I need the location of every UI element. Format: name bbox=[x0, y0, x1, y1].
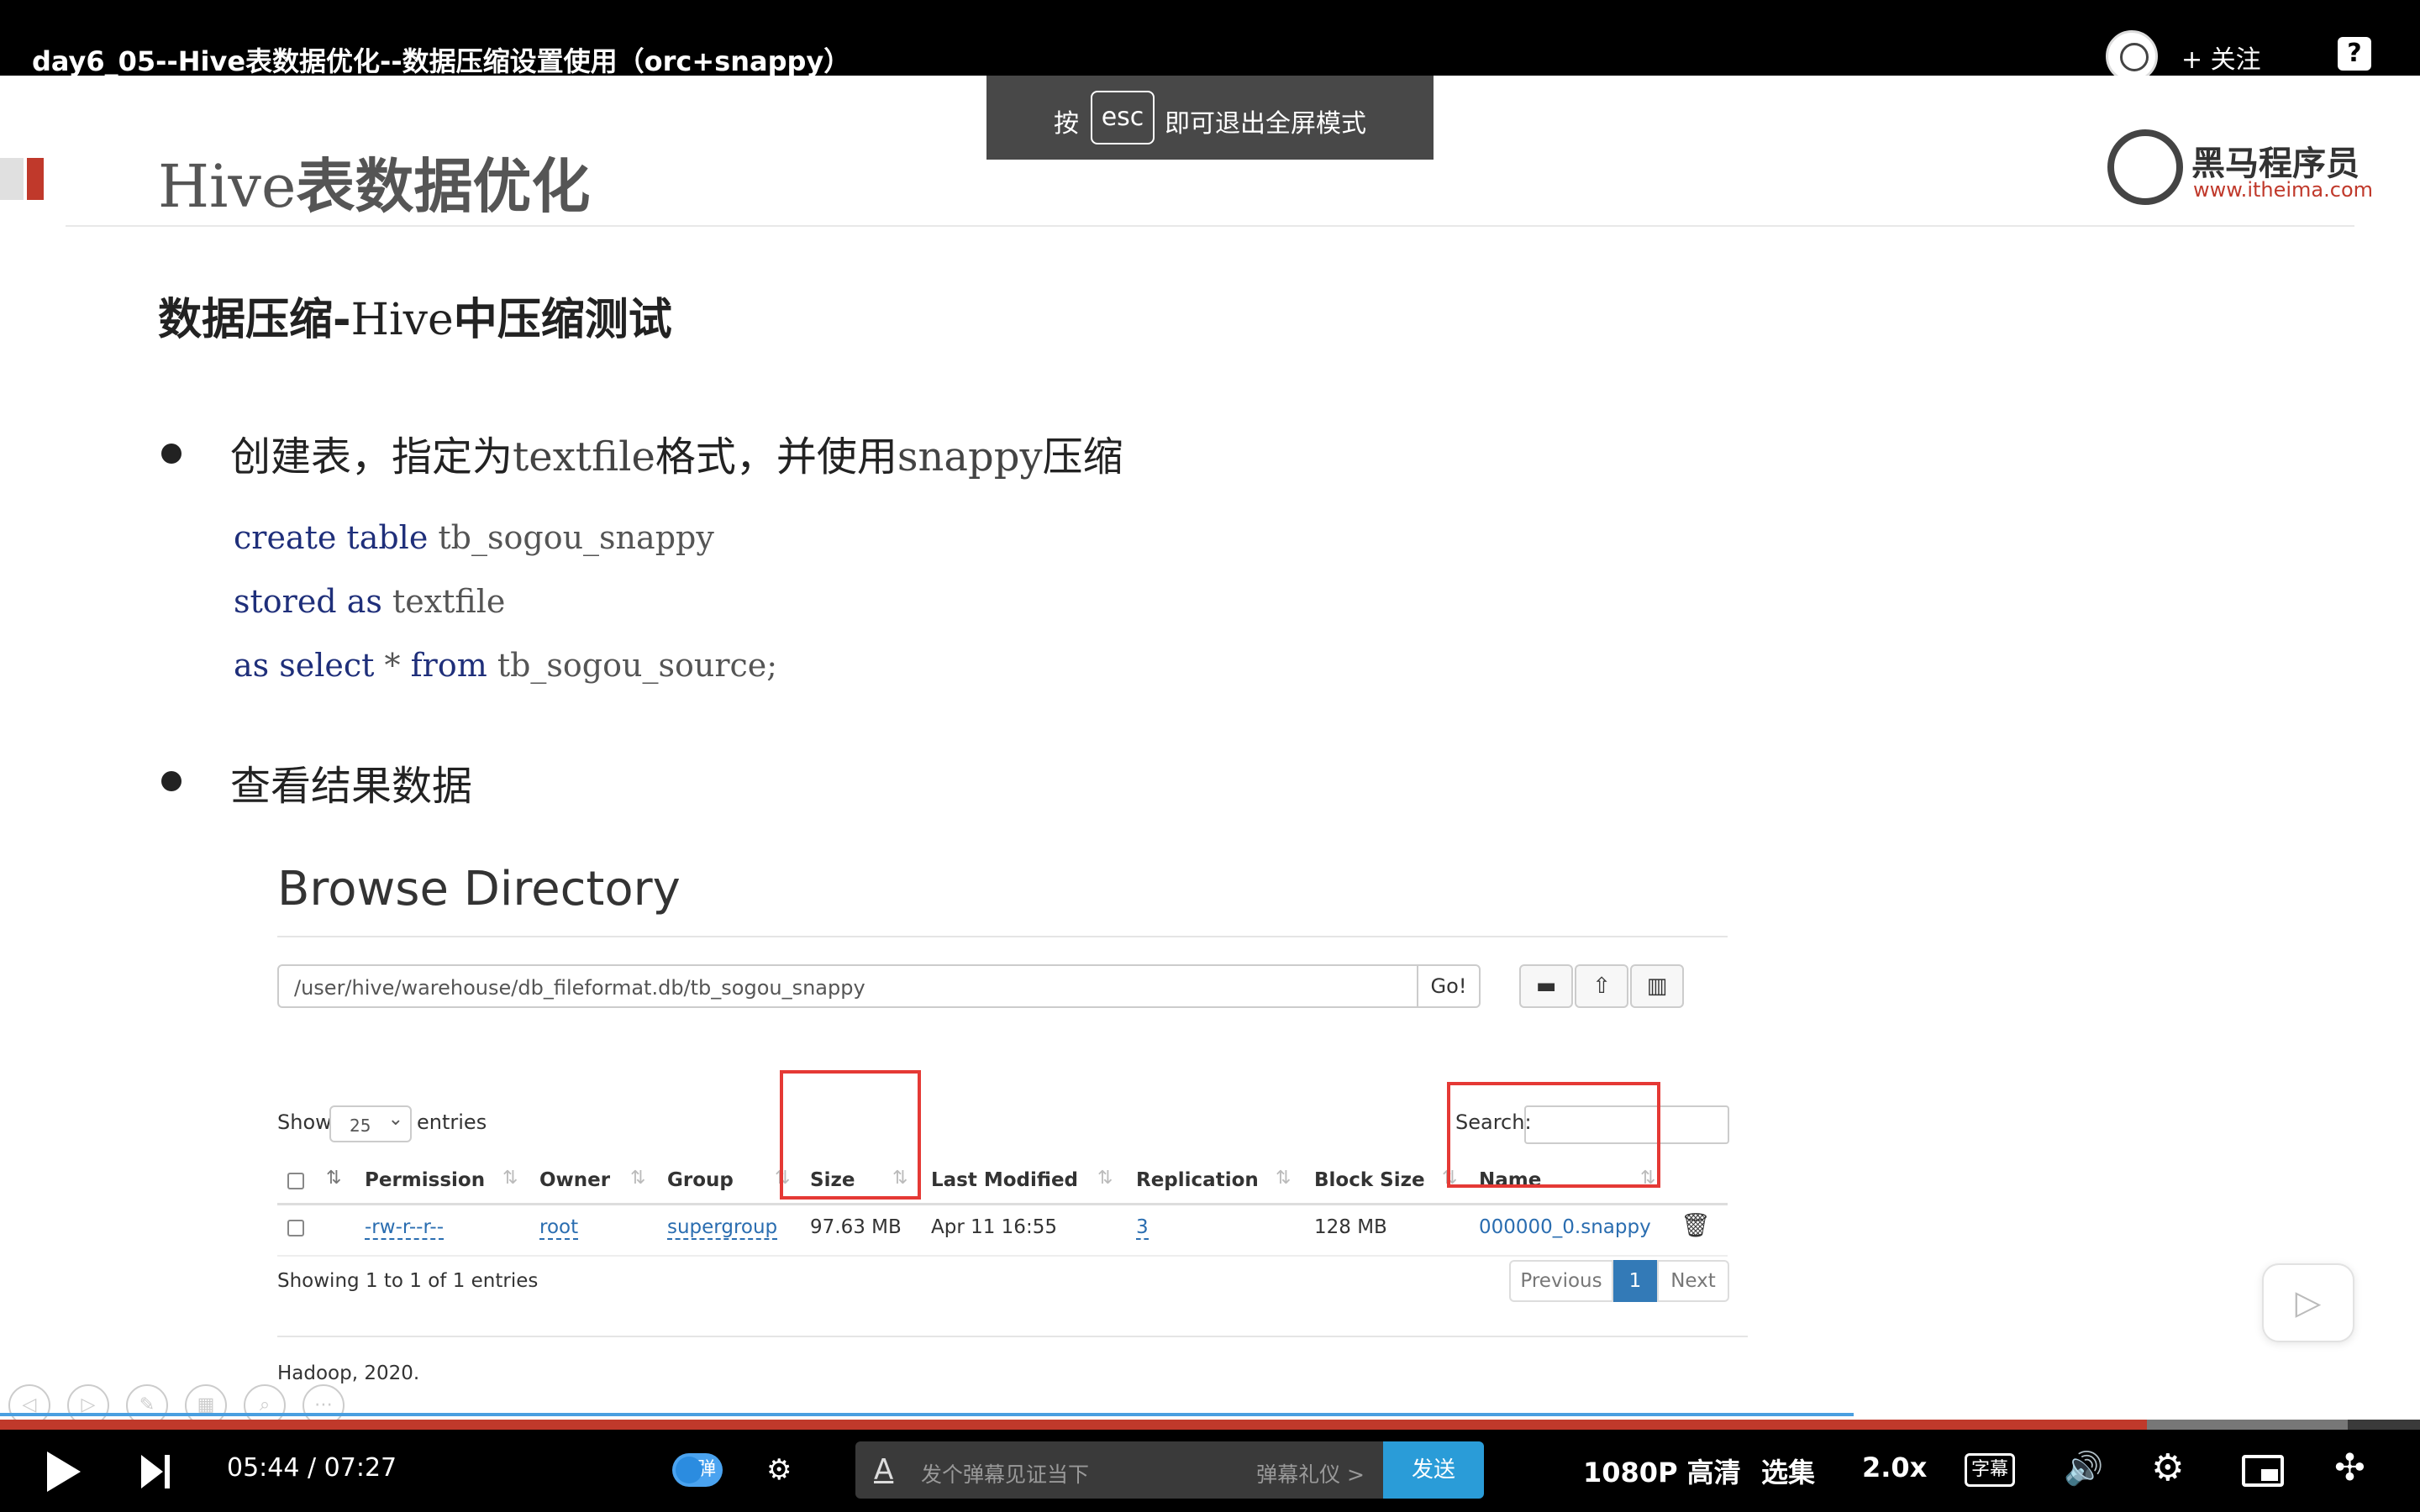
table-header-divider bbox=[277, 1203, 1728, 1205]
hadoop-footer: Hadoop, 2020. bbox=[277, 1362, 420, 1384]
divider bbox=[277, 1336, 1748, 1337]
cell-replication[interactable]: 3 bbox=[1136, 1216, 1149, 1240]
danmaku-etiquette-link[interactable]: 弹幕礼仪 > bbox=[1256, 1458, 1365, 1488]
video-progress-bar[interactable] bbox=[0, 1420, 2420, 1430]
time-display: 05:44 / 07:27 bbox=[227, 1453, 397, 1483]
upload-icon[interactable]: ⇧ bbox=[1575, 964, 1628, 1008]
size-highlight-box bbox=[780, 1070, 921, 1200]
video-title: day6_05--Hive表数据优化--数据压缩设置使用（orc+snappy） bbox=[32, 45, 851, 77]
slide-accent bbox=[0, 158, 24, 200]
trash-icon[interactable]: 🗑 bbox=[1681, 1211, 1711, 1239]
danmaku-settings-icon[interactable]: ⚙ bbox=[766, 1453, 792, 1487]
page-1-button[interactable]: 1 bbox=[1613, 1260, 1657, 1302]
column-replication[interactable]: Replication bbox=[1136, 1169, 1259, 1191]
entries-label: entries bbox=[417, 1110, 487, 1134]
top-bar: day6_05--Hive表数据优化--数据压缩设置使用（orc+snappy）… bbox=[0, 0, 2420, 82]
mini-player-icon[interactable]: ▷ bbox=[2262, 1263, 2354, 1342]
cell-permission[interactable]: -rw-r--r-- bbox=[365, 1216, 445, 1240]
browse-directory-title: Browse Directory bbox=[277, 862, 681, 916]
next-episode-icon[interactable] bbox=[141, 1455, 171, 1488]
file-name-link[interactable]: 000000_0.snappy bbox=[1479, 1216, 1651, 1238]
row-checkbox[interactable] bbox=[287, 1220, 304, 1236]
column-permission[interactable]: Permission bbox=[365, 1169, 485, 1191]
slide-progress-bar bbox=[0, 1413, 1854, 1416]
sort-icon[interactable]: ⇅ bbox=[1276, 1168, 1291, 1189]
speed-selector[interactable]: 2.0x bbox=[1862, 1452, 1927, 1483]
danmaku-input[interactable]: A 发个弹幕见证当下 弹幕礼仪 > bbox=[855, 1441, 1385, 1499]
uploader-avatar[interactable] bbox=[2106, 30, 2158, 82]
help-icon[interactable]: ? bbox=[2338, 37, 2371, 71]
sort-icon[interactable]: ⇅ bbox=[502, 1168, 518, 1189]
select-all-checkbox[interactable] bbox=[287, 1173, 304, 1189]
column-group[interactable]: Group bbox=[667, 1169, 734, 1191]
name-highlight-box bbox=[1447, 1082, 1660, 1188]
next-button[interactable]: Next bbox=[1657, 1260, 1729, 1302]
column-owner[interactable]: Owner bbox=[539, 1169, 610, 1191]
follow-button[interactable]: + 关注 bbox=[2181, 39, 2261, 76]
send-button[interactable]: 发送 bbox=[1383, 1441, 1484, 1499]
sort-icon[interactable]: ⇅ bbox=[1097, 1168, 1113, 1189]
column-last-modified[interactable]: Last Modified bbox=[931, 1169, 1078, 1191]
fullscreen-exit-toast: 按 esc 即可退出全屏模式 bbox=[986, 76, 1434, 160]
path-input[interactable]: /user/hive/warehouse/db_fileformat.db/tb… bbox=[277, 964, 1418, 1008]
itheima-logo: 黑马程序员 www.itheima.com bbox=[2107, 129, 2376, 210]
settings-gear-icon[interactable]: ⚙ bbox=[2151, 1446, 2184, 1489]
volume-icon[interactable]: 🔊 bbox=[2064, 1450, 2103, 1488]
show-label: Show bbox=[277, 1110, 332, 1134]
code-line-1: create table tb_sogou_snappy bbox=[234, 519, 714, 556]
folder-icon[interactable]: ▬ bbox=[1519, 964, 1573, 1008]
picture-in-picture-icon[interactable] bbox=[2242, 1455, 2284, 1487]
go-button[interactable]: Go! bbox=[1417, 964, 1481, 1008]
code-line-2: stored as textfile bbox=[234, 583, 506, 620]
sort-icon[interactable]: ⇅ bbox=[326, 1168, 341, 1189]
episodes-button[interactable]: 选集 bbox=[1761, 1452, 1815, 1490]
progress-fill bbox=[0, 1420, 2147, 1430]
showing-entries: Showing 1 to 1 of 1 entries bbox=[277, 1270, 539, 1292]
bullet-dot bbox=[161, 444, 182, 464]
cell-size: 97.63 MB bbox=[810, 1216, 902, 1238]
cell-owner[interactable]: root bbox=[539, 1216, 579, 1240]
player-controls: 05:44 / 07:27 弹 ⚙ A 发个弹幕见证当下 弹幕礼仪 > 发送 1… bbox=[0, 1430, 2420, 1512]
previous-button[interactable]: Previous bbox=[1509, 1260, 1613, 1302]
title-divider bbox=[66, 225, 2354, 227]
cell-block-size: 128 MB bbox=[1314, 1216, 1387, 1238]
cell-last-modified: Apr 11 16:55 bbox=[931, 1216, 1057, 1238]
bullet-view-result: 查看结果数据 bbox=[230, 763, 473, 810]
bullet-create-table: 创建表，指定为textfile格式，并使用snappy压缩 bbox=[230, 433, 1123, 480]
danmaku-toggle[interactable]: 弹 bbox=[672, 1453, 723, 1487]
subtitle-icon[interactable]: 字幕 bbox=[1965, 1453, 2015, 1487]
esc-key-icon: esc bbox=[1091, 91, 1155, 144]
quality-selector[interactable]: 1080P 高清 bbox=[1583, 1452, 1741, 1490]
fullscreen-icon[interactable]: ✣ bbox=[2334, 1446, 2365, 1489]
slide-accent-red bbox=[27, 158, 44, 200]
code-line-3: as select * from tb_sogou_source; bbox=[234, 647, 778, 684]
section-heading: 数据压缩-Hive中压缩测试 bbox=[158, 295, 672, 345]
entries-select[interactable]: 25 bbox=[329, 1105, 412, 1142]
slide-title: Hive表数据优化 bbox=[158, 152, 591, 221]
row-divider bbox=[277, 1255, 1728, 1257]
columns-icon[interactable]: ▥ bbox=[1630, 964, 1684, 1008]
sort-icon[interactable]: ⇅ bbox=[630, 1168, 645, 1189]
danmaku-style-icon[interactable]: A bbox=[874, 1453, 893, 1487]
slide-content: Hive表数据优化 黑马程序员 www.itheima.com 数据压缩-Hiv… bbox=[0, 76, 2420, 1420]
cell-group[interactable]: supergroup bbox=[667, 1216, 778, 1240]
column-block-size[interactable]: Block Size bbox=[1314, 1169, 1425, 1191]
logo-icon bbox=[2107, 129, 2183, 205]
bullet-dot bbox=[161, 771, 182, 791]
play-icon[interactable] bbox=[47, 1452, 81, 1492]
divider bbox=[277, 936, 1728, 937]
